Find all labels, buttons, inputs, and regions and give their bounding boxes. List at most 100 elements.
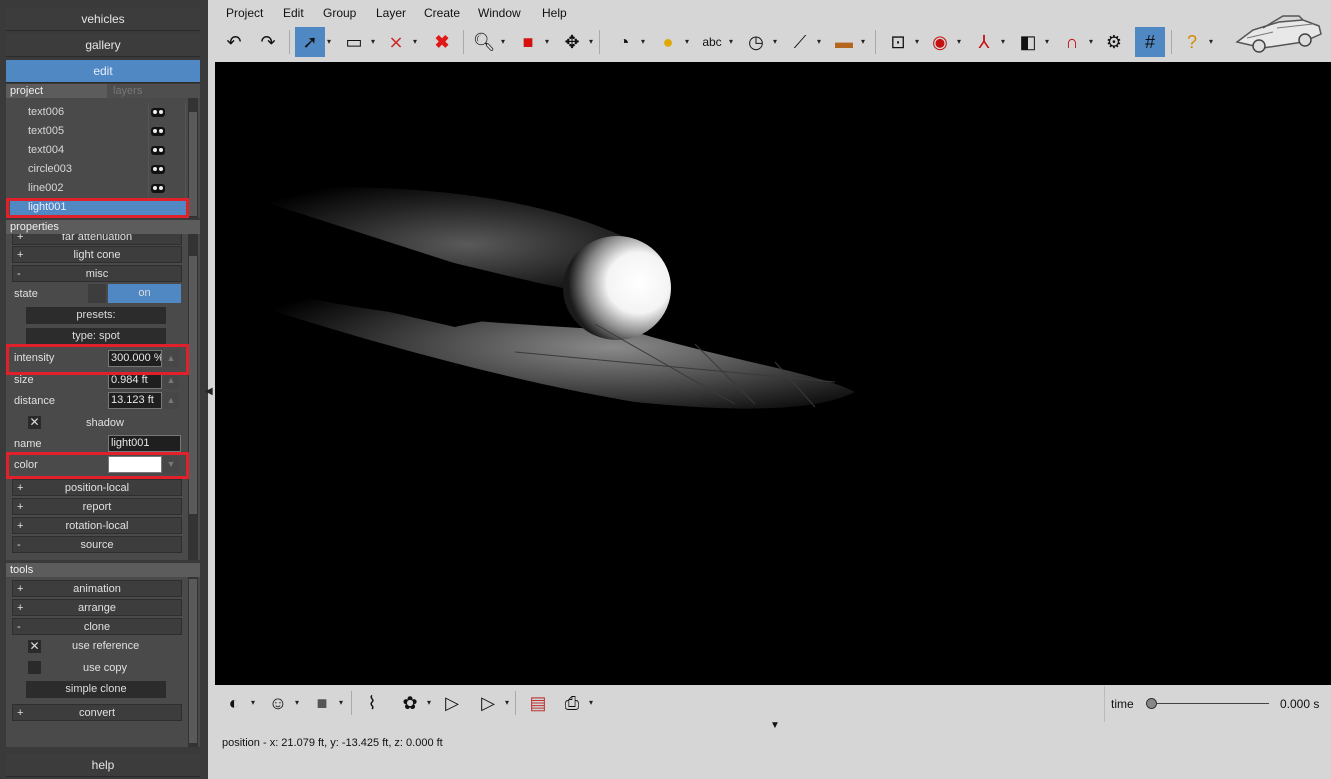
help-question-icon[interactable]: ? ▾ <box>1177 27 1213 57</box>
material-swatch-icon[interactable]: ■ ▾ <box>307 688 343 718</box>
play-list-icon[interactable]: ▷ ▾ <box>473 688 509 718</box>
menu-window[interactable]: Window <box>478 6 521 20</box>
state-off-button[interactable] <box>88 284 106 303</box>
project-scrollbar[interactable] <box>188 98 198 218</box>
light-bulb-icon[interactable]: ● ▾ <box>653 27 689 57</box>
position-local-row[interactable]: + position-local <box>12 479 182 496</box>
animation-row[interactable]: + animation <box>12 580 182 597</box>
gauge-icon[interactable]: ◔ ▾ <box>609 27 645 57</box>
visibility-toggle[interactable] <box>148 103 186 121</box>
color-swatch[interactable] <box>108 456 162 473</box>
mirror-icon[interactable]: ◧ ▾ <box>1013 27 1049 57</box>
tab-layers[interactable]: layers <box>107 84 200 98</box>
time-slider-handle[interactable] <box>1146 698 1157 709</box>
report-row[interactable]: + report <box>12 498 182 515</box>
menu-group[interactable]: Group <box>323 6 356 20</box>
distance-spinner[interactable]: ▲ <box>163 392 179 409</box>
dimension-icon[interactable]: ⟋ ▾ <box>785 27 821 57</box>
grid-icon[interactable]: # <box>1135 27 1165 57</box>
misc-row[interactable]: - misc <box>12 265 182 282</box>
gallery-button[interactable]: gallery <box>6 34 200 57</box>
clone-row[interactable]: - clone <box>12 618 182 635</box>
scrollbar-thumb[interactable] <box>189 579 197 743</box>
visibility-toggle[interactable] <box>148 141 186 159</box>
record-icon[interactable]: ◉ ▾ <box>925 27 961 57</box>
size-spinner[interactable]: ▲ <box>163 372 179 389</box>
delete-icon[interactable]: ✖ <box>427 27 457 57</box>
scrollbar-thumb[interactable] <box>189 256 197 514</box>
distance-field[interactable]: 13.123 ft <box>108 392 162 409</box>
source-row[interactable]: - source <box>12 536 182 553</box>
select-rect-icon[interactable]: ▭ ▾ <box>339 27 375 57</box>
list-item[interactable]: text005 <box>28 122 186 141</box>
printer-icon[interactable]: ⎙ ▾ <box>557 688 593 718</box>
arrange-row[interactable]: + arrange <box>12 599 182 616</box>
tools-header: tools <box>6 563 200 577</box>
report-document-icon[interactable]: ▤ <box>523 688 553 718</box>
vehicles-button[interactable]: vehicles <box>6 8 200 31</box>
eye-icon <box>151 184 165 193</box>
visibility-toggle[interactable] <box>148 122 186 140</box>
collapse-panel-arrow-icon[interactable]: ◀ <box>205 386 213 397</box>
ruler-icon[interactable]: ▬ ▾ <box>829 27 865 57</box>
menu-create[interactable]: Create <box>424 6 460 20</box>
cube-icon[interactable]: ■ ▾ <box>513 27 549 57</box>
camera-target-icon[interactable]: ⊡ ▾ <box>883 27 919 57</box>
measure-angle-icon[interactable]: ◷ ▾ <box>741 27 777 57</box>
tools-scrollbar[interactable] <box>188 577 198 747</box>
shadow-checkbox[interactable]: ✕ <box>28 416 41 429</box>
use-copy-checkbox[interactable] <box>28 661 41 674</box>
zoom-icon[interactable]: 🔍︎ ▾ <box>469 27 505 57</box>
rotation-local-row[interactable]: + rotation-local <box>12 517 182 534</box>
move-icon[interactable]: ✥ ▾ <box>557 27 593 57</box>
state-on-button[interactable]: on <box>108 284 181 303</box>
intensity-field[interactable]: 300.000 % <box>108 350 162 367</box>
properties-header: properties <box>6 220 200 234</box>
menu-layer[interactable]: Layer <box>376 6 406 20</box>
presets-button[interactable]: presets: <box>26 307 166 324</box>
edit-button[interactable]: edit <box>6 60 200 83</box>
tab-project[interactable]: project <box>6 85 43 97</box>
menu-edit[interactable]: Edit <box>283 6 304 20</box>
properties-scrollbar[interactable] <box>188 234 198 560</box>
shading-sphere-icon[interactable]: ◐ ▾ <box>219 688 255 718</box>
convert-row[interactable]: + convert <box>12 704 182 721</box>
deselect-icon[interactable]: ⨯ ▾ <box>381 27 417 57</box>
intensity-spinner[interactable]: ▲ <box>163 350 179 367</box>
graph-icon[interactable]: ⌇ <box>357 688 387 718</box>
text-tool-icon[interactable]: abc ▾ <box>697 27 733 57</box>
list-item[interactable]: line002 <box>28 179 186 198</box>
undo-icon[interactable]: ↶ <box>219 27 249 57</box>
list-item[interactable]: text006 <box>28 103 186 122</box>
help-button[interactable]: help <box>6 754 200 777</box>
size-field[interactable]: 0.984 ft <box>108 372 162 389</box>
visibility-toggle[interactable] <box>148 160 186 178</box>
color-dropdown[interactable]: ▼ <box>163 456 179 473</box>
scrollbar-thumb[interactable] <box>189 112 197 216</box>
light-cone-row[interactable]: + light cone <box>12 246 182 263</box>
list-item[interactable]: text004 <box>28 141 186 160</box>
list-item-selected[interactable]: light001 <box>10 198 186 217</box>
row-label: light cone <box>73 249 121 261</box>
simple-clone-button[interactable]: simple clone <box>26 681 166 698</box>
menu-project[interactable]: Project <box>226 6 263 20</box>
magnet-icon[interactable]: ∩ ▾ <box>1057 27 1093 57</box>
animal-icon[interactable]: ✿ ▾ <box>395 688 431 718</box>
time-slider-track[interactable] <box>1151 703 1269 704</box>
select-arrow-icon[interactable]: ➚ ▾ <box>295 27 331 57</box>
settings-gear-icon[interactable]: ⚙ <box>1099 27 1129 57</box>
list-item[interactable]: circle003 <box>28 160 186 179</box>
type-button[interactable]: type: spot <box>26 328 166 345</box>
3d-viewport[interactable] <box>215 62 1331 685</box>
head-icon[interactable]: ☺ ▾ <box>263 688 299 718</box>
redo-icon[interactable]: ↷ <box>253 27 283 57</box>
expand-down-arrow-icon[interactable]: ▼ <box>770 720 780 731</box>
use-reference-checkbox[interactable]: ✕ <box>28 640 41 653</box>
play-icon[interactable]: ▷ <box>437 688 467 718</box>
visibility-toggle[interactable] <box>148 179 186 197</box>
far-attenuation-row[interactable]: + far attenuation <box>12 234 182 245</box>
axis-icon[interactable]: ⅄ ▾ <box>969 27 1006 57</box>
name-field[interactable]: light001 <box>108 435 181 452</box>
row-label: report <box>82 501 112 513</box>
menu-help[interactable]: Help <box>542 6 567 20</box>
